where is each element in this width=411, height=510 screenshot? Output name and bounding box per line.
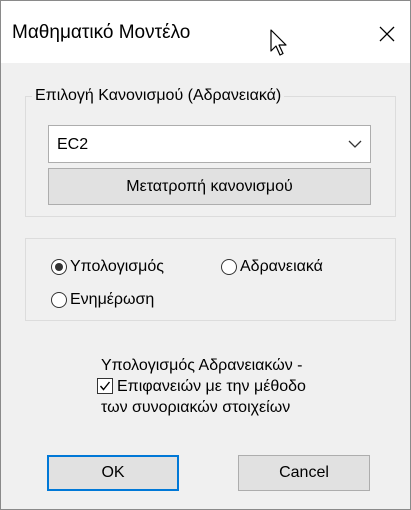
- mouse-pointer-icon: [270, 29, 287, 56]
- radio-calculation-label: Υπολογισμός: [70, 258, 164, 275]
- radio-inertial-label: Αδρανειακά: [240, 258, 323, 275]
- convert-code-button[interactable]: Μετατροπή κανονισμού: [48, 168, 371, 205]
- close-button[interactable]: [364, 11, 410, 57]
- code-selection-legend: Επιλογή Κανονισμού (Αδρανειακά): [32, 86, 285, 106]
- ok-button[interactable]: OK: [47, 455, 179, 491]
- cancel-button[interactable]: Cancel: [238, 455, 370, 491]
- close-icon: [379, 26, 395, 42]
- window-title: Μαθηματικό Μοντέλο: [12, 22, 191, 43]
- radio-update-circle: [51, 292, 67, 308]
- radio-calculation[interactable]: Υπολογισμός: [51, 257, 164, 277]
- convert-code-button-label: Μετατροπή κανονισμού: [126, 177, 293, 195]
- radio-update-label: Ενημέρωση: [70, 291, 155, 308]
- bem-checkbox-label: Υπολογισμός Αδρανειακών - Επιφανειών με …: [101, 355, 371, 418]
- title-bar: Μαθηματικό Μοντέλο: [1, 1, 410, 63]
- radio-calculation-circle: [51, 259, 67, 275]
- bem-label-line-1: Υπολογισμός Αδρανειακών -: [101, 357, 303, 374]
- radio-inertial-circle: [221, 259, 237, 275]
- radio-inertial[interactable]: Αδρανειακά: [221, 257, 323, 277]
- chevron-down-icon: [348, 140, 362, 148]
- code-combobox-value: EC2: [57, 136, 89, 153]
- model-dialog: Μαθηματικό Μοντέλο Επιλογή Κανονισμού (Α…: [0, 0, 411, 510]
- radio-update[interactable]: Ενημέρωση: [51, 290, 154, 310]
- bem-label-line-3: των συνοριακών στοιχείων: [101, 399, 291, 416]
- ok-button-label: OK: [101, 464, 125, 481]
- cancel-button-label: Cancel: [279, 464, 329, 481]
- code-combobox[interactable]: EC2: [48, 125, 371, 163]
- bem-label-line-2: Επιφανειών με την μέθοδο: [117, 378, 306, 395]
